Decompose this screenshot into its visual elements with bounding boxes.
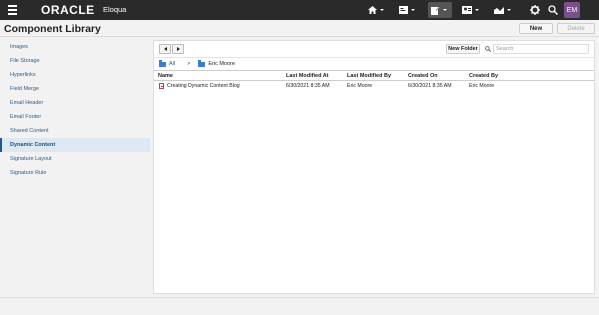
content-panel: New Folder All > Eric Moore Name Last Mo… <box>153 40 595 294</box>
search-icon <box>548 5 558 15</box>
row-last-modified-at: 6/30/2021 8:35 AM <box>286 83 330 89</box>
assets-menu[interactable] <box>428 2 452 18</box>
table-header: Name Last Modified At Last Modified By C… <box>154 70 594 81</box>
footer-divider <box>0 297 599 298</box>
dynamic-content-icon <box>159 83 164 89</box>
delete-button[interactable]: Delete <box>557 23 595 34</box>
row-created-by: Eric Moore <box>469 83 495 89</box>
breadcrumb-separator: > <box>187 61 191 67</box>
new-folder-button[interactable]: New Folder <box>446 44 480 54</box>
settings-button[interactable] <box>530 2 540 18</box>
sidebar-item-signature-rule[interactable]: Signature Rule <box>0 166 150 180</box>
search-input[interactable] <box>493 44 589 54</box>
top-navigation-bar: ORACLE Eloqua EM <box>0 0 599 20</box>
contacts-menu[interactable] <box>462 2 479 18</box>
breadcrumb-all[interactable]: All <box>169 61 175 67</box>
row-last-modified-by: Eric Moore <box>347 83 373 89</box>
column-header-name[interactable]: Name <box>158 73 173 79</box>
row-name[interactable]: Creating Dynamic Content Blog <box>167 83 240 89</box>
header-divider <box>0 36 599 37</box>
search-icon <box>485 46 491 52</box>
breadcrumb-current[interactable]: Eric Moore <box>208 61 235 67</box>
arrow-right-icon <box>176 47 180 51</box>
forward-button[interactable] <box>172 44 184 54</box>
column-header-last-modified-by[interactable]: Last Modified By <box>347 73 391 79</box>
new-button[interactable]: New <box>519 23 553 34</box>
campaign-icon <box>399 6 408 14</box>
home-icon <box>368 6 377 14</box>
component-sidebar: Images File Storage Hyperlinks Field Mer… <box>0 40 150 180</box>
table-row[interactable]: Creating Dynamic Content Blog 6/30/2021 … <box>154 81 594 91</box>
analytics-icon <box>494 7 504 14</box>
gear-icon <box>530 5 540 15</box>
home-menu[interactable] <box>368 2 384 18</box>
sidebar-item-email-header[interactable]: Email Header <box>0 96 150 110</box>
analytics-menu[interactable] <box>494 2 511 18</box>
sidebar-item-images[interactable]: Images <box>0 40 150 54</box>
contacts-icon <box>462 6 472 14</box>
column-header-created-by[interactable]: Created By <box>469 73 498 79</box>
row-created-on: 6/30/2021 8:35 AM <box>408 83 452 89</box>
product-name: Eloqua <box>103 5 127 14</box>
assets-icon <box>431 5 440 15</box>
toolbar-divider <box>154 57 594 58</box>
column-header-created-on[interactable]: Created On <box>408 73 438 79</box>
folder-icon <box>159 60 166 67</box>
sidebar-item-dynamic-content[interactable]: Dynamic Content <box>0 138 150 152</box>
chevron-down-icon <box>507 9 511 11</box>
user-avatar[interactable]: EM <box>564 2 580 18</box>
sidebar-item-file-storage[interactable]: File Storage <box>0 54 150 68</box>
sidebar-item-field-merge[interactable]: Field Merge <box>0 82 150 96</box>
sidebar-item-shared-content[interactable]: Shared Content <box>0 124 150 138</box>
page-title: Component Library <box>4 23 101 35</box>
sidebar-item-signature-layout[interactable]: Signature Layout <box>0 152 150 166</box>
folder-icon <box>198 60 206 67</box>
arrow-left-icon <box>163 47 167 51</box>
global-search-button[interactable] <box>548 2 558 18</box>
chevron-down-icon <box>443 9 447 11</box>
menu-icon[interactable] <box>8 5 17 15</box>
sidebar-item-email-footer[interactable]: Email Footer <box>0 110 150 124</box>
back-button[interactable] <box>159 44 171 54</box>
chevron-down-icon <box>380 9 384 11</box>
chevron-down-icon <box>411 9 415 11</box>
oracle-logo: ORACLE <box>41 3 95 17</box>
campaigns-menu[interactable] <box>399 2 415 18</box>
chevron-down-icon <box>475 9 479 11</box>
breadcrumb: All > Eric Moore <box>159 60 235 68</box>
sidebar-item-hyperlinks[interactable]: Hyperlinks <box>0 68 150 82</box>
column-header-last-modified-at[interactable]: Last Modified At <box>286 73 329 79</box>
